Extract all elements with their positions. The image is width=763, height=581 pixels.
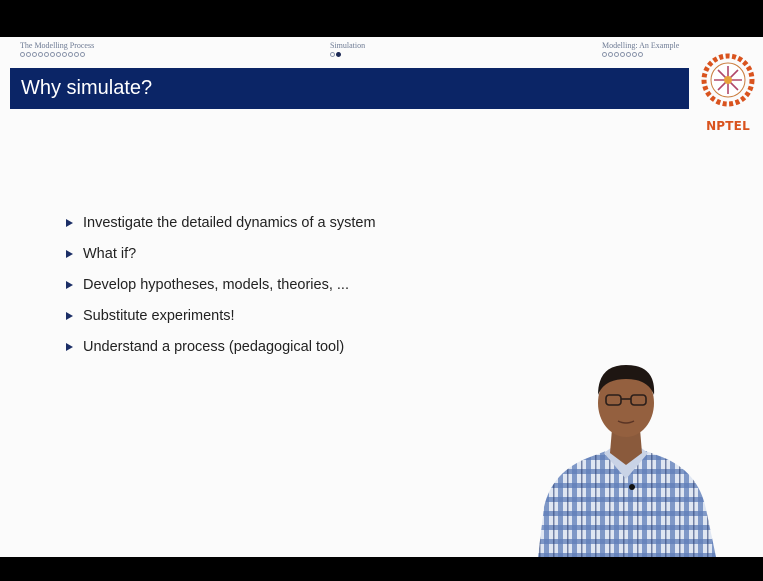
nav-progress-dots	[330, 52, 365, 57]
nav-progress-dot[interactable]	[74, 52, 79, 57]
nav-progress-dot[interactable]	[80, 52, 85, 57]
nav-section-modelling-example[interactable]: Modelling: An Example	[602, 41, 679, 57]
nav-progress-dot[interactable]	[626, 52, 631, 57]
nav-section-label: Simulation	[330, 41, 366, 50]
bullet-item: Substitute experiments!	[66, 306, 376, 326]
nav-progress-dot[interactable]	[56, 52, 61, 57]
triangle-bullet-icon	[66, 250, 73, 258]
nptel-emblem-icon	[701, 53, 755, 107]
nav-section-modelling-process[interactable]: The Modelling Process	[20, 41, 94, 57]
nav-progress-dot[interactable]	[608, 52, 613, 57]
lecture-slide: The Modelling Process Simulation Modelli…	[0, 37, 763, 557]
nav-progress-dot[interactable]	[620, 52, 625, 57]
triangle-bullet-icon	[66, 281, 73, 289]
bullet-item: What if?	[66, 244, 376, 264]
triangle-bullet-icon	[66, 219, 73, 227]
triangle-bullet-icon	[66, 312, 73, 320]
triangle-bullet-icon	[66, 343, 73, 351]
bullet-text: Substitute experiments!	[83, 308, 235, 324]
bullet-text: Understand a process (pedagogical tool)	[83, 339, 345, 355]
nav-progress-dot[interactable]	[68, 52, 73, 57]
beamer-navigation-bar: The Modelling Process Simulation Modelli…	[0, 37, 690, 65]
bullet-text: Develop hypotheses, models, theories, ..…	[83, 277, 349, 293]
nav-progress-dot[interactable]	[614, 52, 619, 57]
nav-progress-dot[interactable]	[62, 52, 67, 57]
video-letterbox-top	[0, 0, 763, 37]
presenter-video-overlay	[538, 365, 716, 557]
nav-progress-dot[interactable]	[336, 52, 341, 57]
slide-title-bar: Why simulate?	[10, 68, 689, 109]
bullet-item: Investigate the detailed dynamics of a s…	[66, 213, 376, 233]
nav-section-label: The Modelling Process	[20, 41, 95, 50]
slide-title: Why simulate?	[21, 77, 153, 99]
nav-progress-dots	[602, 52, 679, 57]
nav-section-label: Modelling: An Example	[602, 41, 680, 50]
bullet-text: What if?	[83, 246, 137, 262]
nav-progress-dot[interactable]	[44, 52, 49, 57]
bullet-item: Develop hypotheses, models, theories, ..…	[66, 275, 376, 295]
nav-progress-dot[interactable]	[602, 52, 607, 57]
nav-progress-dot[interactable]	[38, 52, 43, 57]
nav-progress-dot[interactable]	[32, 52, 37, 57]
bullet-item: Understand a process (pedagogical tool)	[66, 337, 376, 357]
nptel-logo: NPTEL	[697, 46, 759, 138]
bullet-list: Investigate the detailed dynamics of a s…	[66, 213, 376, 368]
nav-progress-dots	[20, 52, 94, 57]
bullet-text: Investigate the detailed dynamics of a s…	[83, 215, 376, 231]
nav-progress-dot[interactable]	[638, 52, 643, 57]
nav-progress-dot[interactable]	[50, 52, 55, 57]
nav-progress-dot[interactable]	[632, 52, 637, 57]
video-letterbox-bottom	[0, 557, 763, 581]
nav-progress-dot[interactable]	[26, 52, 31, 57]
nav-progress-dot[interactable]	[20, 52, 25, 57]
nav-progress-dot[interactable]	[330, 52, 335, 57]
nav-section-simulation[interactable]: Simulation	[330, 41, 365, 57]
nptel-logo-text: NPTEL	[706, 119, 750, 133]
